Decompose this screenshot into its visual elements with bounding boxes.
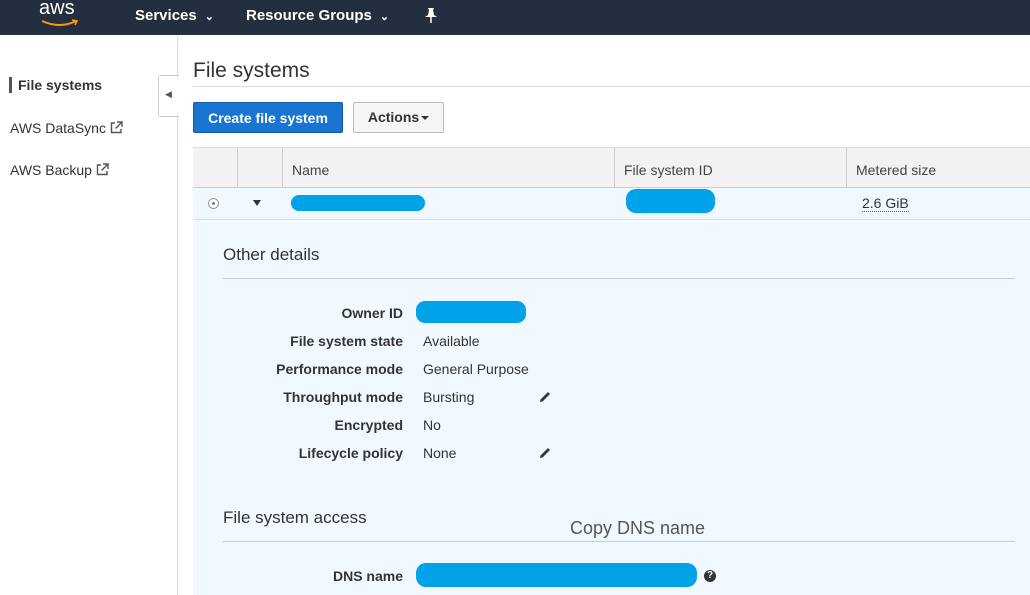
page-title: File systems — [193, 59, 310, 82]
pin-icon[interactable] — [424, 7, 438, 25]
encrypted-label: Encrypted — [334, 417, 403, 433]
column-divider — [846, 148, 847, 188]
redacted-dns-name[interactable] — [416, 563, 697, 587]
create-file-system-button[interactable]: Create file system — [193, 102, 343, 133]
performance-mode-label: Performance mode — [276, 361, 403, 377]
table-header: Name File system ID Metered size — [193, 147, 1030, 188]
sidebar-item-datasync[interactable]: AWS DataSync — [10, 120, 123, 136]
throughput-mode-value: Bursting — [423, 389, 475, 405]
sidebar-collapse-button[interactable]: ◀ — [158, 75, 179, 117]
services-menu[interactable]: Services ⌄ — [135, 7, 214, 24]
row-select-radio[interactable] — [208, 198, 219, 209]
sidebar-item-backup[interactable]: AWS Backup — [10, 162, 109, 178]
actions-button[interactable]: Actions — [353, 102, 444, 133]
table-row[interactable]: 2.6 GiB — [193, 188, 1030, 220]
sidebar-item-label: AWS Backup — [10, 162, 92, 178]
resource-groups-label: Resource Groups — [246, 7, 372, 24]
aws-logo-text: aws — [39, 0, 75, 19]
owner-id-label: Owner ID — [341, 305, 403, 321]
encrypted-value: No — [423, 417, 441, 433]
column-header-metered-size[interactable]: Metered size — [856, 162, 936, 178]
throughput-mode-label: Throughput mode — [283, 389, 403, 405]
column-divider — [282, 148, 283, 188]
aws-smile-icon — [41, 19, 79, 26]
resource-groups-menu[interactable]: Resource Groups ⌄ — [246, 7, 389, 24]
column-header-file-system-id[interactable]: File system ID — [624, 162, 713, 178]
edit-pencil-icon[interactable] — [538, 391, 551, 404]
aws-logo[interactable]: aws — [38, 0, 82, 34]
column-divider — [237, 148, 238, 188]
dns-name-label: DNS name — [332, 568, 403, 584]
other-details-title: Other details — [223, 245, 320, 264]
expand-caret-icon[interactable] — [253, 200, 261, 206]
copy-dns-annotation: Copy DNS name — [570, 518, 706, 538]
edit-pencil-icon[interactable] — [538, 447, 551, 460]
file-system-state-value: Available — [423, 333, 480, 349]
help-question-icon[interactable]: ? — [704, 570, 716, 582]
top-navigation-bar: aws Services ⌄ Resource Groups ⌄ — [0, 0, 1030, 35]
redacted-owner-id — [416, 301, 526, 323]
metered-size-value[interactable]: 2.6 GiB — [862, 195, 909, 212]
actions-label: Actions — [367, 109, 420, 125]
sidebar-item-label: AWS DataSync — [10, 120, 106, 136]
sidebar: File systems AWS DataSync AWS Backup — [0, 35, 178, 595]
section-divider — [223, 541, 1015, 542]
redacted-name — [291, 195, 425, 211]
file-system-details-panel: Other details Owner ID File system state… — [193, 220, 1030, 595]
title-divider — [193, 86, 1030, 87]
sidebar-item-file-systems[interactable]: File systems — [9, 77, 102, 93]
redacted-file-system-id — [626, 189, 715, 213]
column-header-name[interactable]: Name — [292, 162, 329, 178]
file-system-access-title: File system access — [223, 508, 367, 527]
chevron-down-icon: ⌄ — [204, 11, 214, 23]
external-link-icon — [96, 163, 109, 176]
chevron-left-icon: ◀ — [165, 89, 172, 99]
file-system-state-label: File system state — [290, 333, 403, 349]
chevron-down-icon: ⌄ — [379, 11, 390, 23]
performance-mode-value: General Purpose — [423, 361, 529, 377]
sidebar-item-label: File systems — [18, 77, 103, 93]
column-divider — [614, 148, 615, 188]
lifecycle-policy-label: Lifecycle policy — [298, 445, 403, 461]
lifecycle-policy-value: None — [423, 445, 457, 461]
services-label: Services — [135, 7, 197, 24]
caret-down-icon — [421, 116, 430, 120]
section-divider — [223, 278, 1015, 279]
external-link-icon — [110, 121, 123, 134]
